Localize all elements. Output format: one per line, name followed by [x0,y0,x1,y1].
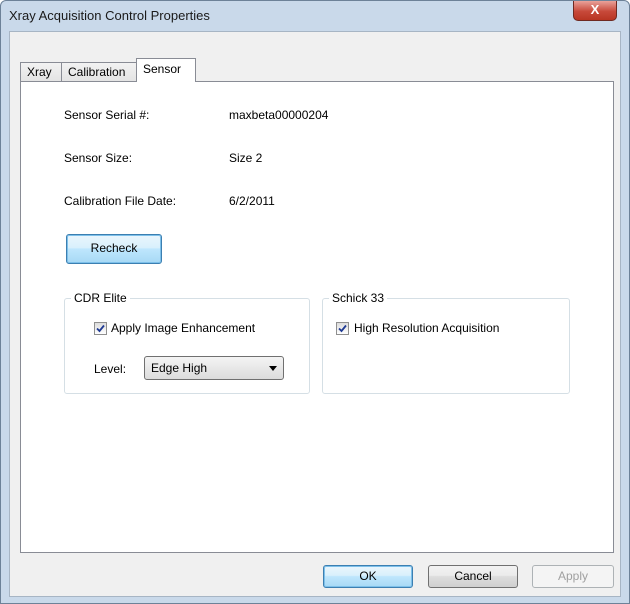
cdr-elite-title: CDR Elite [71,291,130,305]
tab-sensor[interactable]: Sensor [136,58,196,82]
level-label: Level: [94,362,127,376]
window-title: Xray Acquisition Control Properties [9,8,210,23]
calibration-date-label: Calibration File Date: [64,194,177,208]
dialog-window: Xray Acquisition Control Properties X Xr… [0,0,630,604]
tab-sensor-label: Sensor [143,62,182,76]
ok-button[interactable]: OK [323,565,413,588]
close-button[interactable]: X [573,1,617,21]
schick33-group: Schick 33 High Resolution Acquisition [322,291,570,394]
tab-calibration-label: Calibration [68,65,126,79]
cancel-button[interactable]: Cancel [428,565,518,588]
apply-enhancement-label[interactable]: Apply Image Enhancement [111,321,255,335]
high-resolution-checkbox[interactable] [336,322,349,335]
sensor-size-value: Size 2 [229,151,263,165]
recheck-button[interactable]: Recheck [66,234,162,264]
title-bar[interactable]: Xray Acquisition Control Properties X [1,1,629,31]
apply-enhancement-checkbox[interactable] [94,322,107,335]
checkmark-icon [96,324,105,333]
high-resolution-label[interactable]: High Resolution Acquisition [354,321,499,335]
apply-button[interactable]: Apply [532,565,614,588]
sensor-size-label: Sensor Size: [64,151,133,165]
sensor-serial-label: Sensor Serial #: [64,108,150,122]
close-icon: X [590,2,600,17]
calibration-date-value: 6/2/2011 [229,194,275,208]
schick33-title: Schick 33 [329,291,388,305]
tab-xray-label: Xray [27,65,52,79]
level-select-value: Edge High [151,361,208,375]
checkmark-icon [338,324,347,333]
sensor-serial-value: maxbeta00000204 [229,108,329,122]
level-select[interactable]: Edge High [144,356,284,380]
tab-xray[interactable]: Xray [20,62,62,82]
chevron-down-icon [269,366,277,371]
tab-calibration[interactable]: Calibration [61,62,137,82]
cdr-elite-group: CDR Elite Apply Image Enhancement Level:… [64,291,310,394]
sensor-tab-panel: Sensor Serial #: maxbeta00000204 Sensor … [20,81,614,553]
dialog-client: Xray Calibration Sensor Sensor Serial #:… [9,31,621,597]
